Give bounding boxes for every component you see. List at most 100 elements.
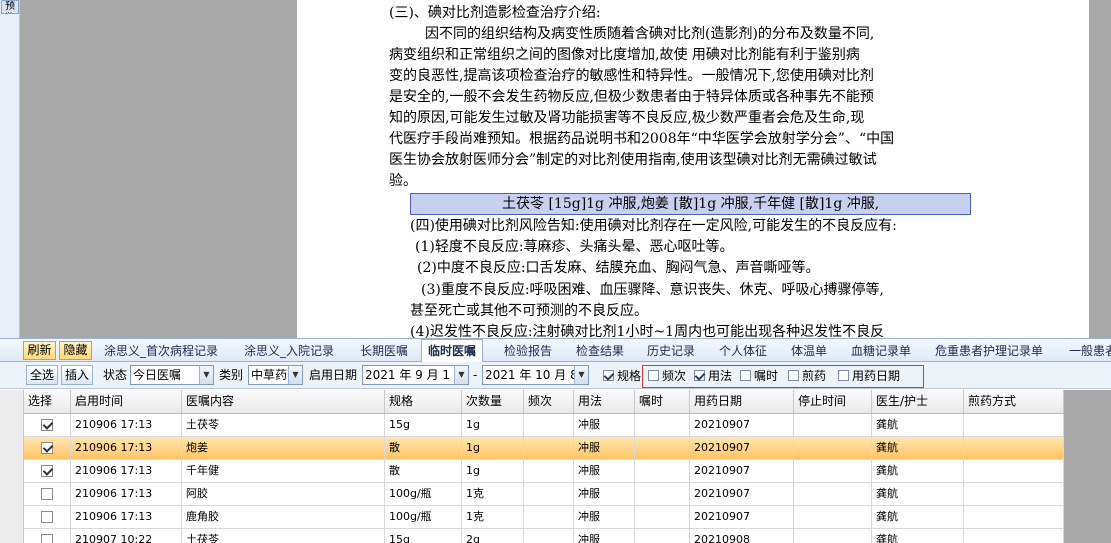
- cell-doctor: 龚航: [872, 506, 964, 528]
- cell-order-time: [635, 437, 690, 459]
- cell-quantity: 1g: [462, 460, 524, 482]
- col-header[interactable]: 启用时间: [71, 390, 182, 413]
- option-med-date[interactable]: 用药日期: [838, 366, 900, 386]
- cell-order-content: 土茯苓: [182, 414, 385, 436]
- date-to-picker[interactable]: 2021 年 10 月 8 ▼: [482, 365, 589, 385]
- col-header[interactable]: 医嘱内容: [182, 390, 385, 413]
- tab-long-term-orders[interactable]: 长期医嘱: [360, 342, 408, 362]
- option-spec[interactable]: 规格: [603, 366, 641, 386]
- option-order-time[interactable]: 嘱时: [740, 366, 778, 386]
- tab-first-progress-note[interactable]: 涂思义_首次病程记录: [104, 342, 218, 362]
- chevron-down-icon[interactable]: ▼: [454, 366, 468, 384]
- col-header[interactable]: 选择: [24, 390, 71, 413]
- insert-button[interactable]: 插入: [61, 365, 93, 385]
- cell-decoction: [964, 414, 1064, 436]
- chevron-down-icon[interactable]: ▼: [574, 366, 588, 384]
- option-frequency[interactable]: 频次: [648, 366, 686, 386]
- cell-spec: 散: [385, 437, 462, 459]
- col-header[interactable]: 停止时间: [794, 390, 872, 413]
- cell-med-date: 20210907: [690, 414, 794, 436]
- row-checkbox[interactable]: [41, 442, 53, 454]
- hide-button[interactable]: 隐藏: [59, 341, 92, 360]
- cell-quantity: 1克: [462, 483, 524, 505]
- cell-doctor: 龚航: [872, 414, 964, 436]
- cell-order-content: 土茯苓: [182, 529, 385, 543]
- col-header[interactable]: 频次: [524, 390, 574, 413]
- cell-spec: 100g/瓶: [385, 483, 462, 505]
- table-row-selected[interactable]: 210906 17:13 炮姜 散 1g 冲服 20210907 龚航: [24, 437, 1064, 460]
- select-cell[interactable]: [24, 529, 71, 543]
- select-cell[interactable]: [24, 437, 71, 459]
- table-row[interactable]: 210906 17:13 鹿角胶 100g/瓶 1克 冲服 20210907 龚…: [24, 506, 1064, 529]
- tab-lab-reports[interactable]: 检验报告: [504, 342, 552, 362]
- cell-decoction: [964, 437, 1064, 459]
- cell-frequency: [524, 414, 574, 436]
- cell-start-time: 210906 17:13: [71, 506, 182, 528]
- table-row[interactable]: 210906 17:13 土茯苓 15g 1g 冲服 20210907 龚航: [24, 414, 1064, 437]
- col-header[interactable]: 嘱时: [635, 390, 690, 413]
- category-select[interactable]: 中草药 ▼: [248, 365, 303, 385]
- option-decoction[interactable]: 煎药: [788, 366, 826, 386]
- cell-usage: 冲服: [574, 437, 635, 459]
- chevron-down-icon[interactable]: ▼: [288, 366, 302, 384]
- row-checkbox[interactable]: [41, 419, 53, 431]
- doc-line: 甚至死亡或其他不可预测的不良反应。: [410, 303, 648, 319]
- col-header[interactable]: 煎药方式: [964, 390, 1064, 413]
- tab-temporary-orders[interactable]: 临时医嘱: [421, 339, 484, 363]
- checkbox-usage[interactable]: [694, 370, 705, 381]
- tab-admission-record[interactable]: 涂思义_入院记录: [244, 342, 334, 362]
- tab-exam-results[interactable]: 检查结果: [576, 342, 624, 362]
- select-all-button[interactable]: 全选: [26, 365, 58, 385]
- checkbox-frequency[interactable]: [648, 370, 659, 381]
- row-checkbox[interactable]: [41, 511, 53, 523]
- refresh-button[interactable]: 刷新: [23, 341, 56, 360]
- checkbox-decoction[interactable]: [788, 370, 799, 381]
- checkbox-med-date[interactable]: [838, 370, 849, 381]
- cell-order-time: [635, 529, 690, 543]
- cell-doctor: 龚航: [872, 460, 964, 482]
- checkbox-order-time[interactable]: [740, 370, 751, 381]
- select-cell[interactable]: [24, 460, 71, 482]
- cell-med-date: 20210907: [690, 506, 794, 528]
- tab-general-care-record[interactable]: 一般患者: [1069, 342, 1111, 362]
- select-cell[interactable]: [24, 483, 71, 505]
- tab-temperature-chart[interactable]: 体温单: [791, 342, 827, 362]
- side-tab-preview[interactable]: 预览: [1, 0, 19, 14]
- select-cell[interactable]: [24, 414, 71, 436]
- cell-decoction: [964, 460, 1064, 482]
- option-label: 煎药: [802, 369, 827, 383]
- status-select[interactable]: 今日医嘱 ▼: [130, 365, 214, 385]
- document-margin-left: [20, 0, 297, 338]
- col-header[interactable]: 医生/护士: [872, 390, 964, 413]
- row-checkbox[interactable]: [41, 534, 53, 543]
- col-header[interactable]: 规格: [385, 390, 462, 413]
- doc-line: 代医疗手段尚难预知。根据药品说明书和2008年“中华医学会放射学分会”、“中国: [389, 131, 895, 147]
- category-label: 类别: [219, 368, 244, 382]
- cell-frequency: [524, 529, 574, 543]
- tab-vital-signs[interactable]: 个人体征: [719, 342, 767, 362]
- option-usage[interactable]: 用法: [694, 366, 732, 386]
- table-row[interactable]: 210907 10:22 土茯苓 15g 2g 冲服 20210908 龚航: [24, 529, 1064, 543]
- tab-critical-care-record[interactable]: 危重患者护理记录单: [935, 342, 1043, 362]
- row-checkbox[interactable]: [41, 465, 53, 477]
- col-header[interactable]: 用法: [574, 390, 635, 413]
- row-checkbox[interactable]: [41, 488, 53, 500]
- tab-history[interactable]: 历史记录: [647, 342, 695, 362]
- cell-order-time: [635, 414, 690, 436]
- table-row[interactable]: 210906 17:13 阿胶 100g/瓶 1克 冲服 20210907 龚航: [24, 483, 1064, 506]
- cell-order-time: [635, 483, 690, 505]
- table-row[interactable]: 210906 17:13 千年健 散 1g 冲服 20210907 龚航: [24, 460, 1064, 483]
- tab-glucose-record[interactable]: 血糖记录单: [851, 342, 911, 362]
- date-from-picker[interactable]: 2021 年 9 月 1 ▼: [362, 365, 469, 385]
- select-cell[interactable]: [24, 506, 71, 528]
- cell-start-time: 210907 10:22: [71, 529, 182, 543]
- document-page[interactable]: (三)、碘对比剂造影检查治疗介绍: 因不同的组织结构及病变性质随着含碘对比剂(造…: [297, 0, 1089, 338]
- chevron-down-icon[interactable]: ▼: [199, 366, 213, 384]
- doc-line: 病变组织和正常组织之间的图像对比度增加,故使 用碘对比剂能有利于鉴别病: [389, 47, 860, 63]
- cell-spec: 15g: [385, 414, 462, 436]
- doc-line: (1)轻度不良反应:荨麻疹、头痛头晕、恶心呕吐等。: [415, 239, 734, 255]
- col-header[interactable]: 用药日期: [690, 390, 794, 413]
- col-header[interactable]: 次数量: [462, 390, 524, 413]
- cell-med-date: 20210908: [690, 529, 794, 543]
- checkbox-spec[interactable]: [603, 370, 614, 381]
